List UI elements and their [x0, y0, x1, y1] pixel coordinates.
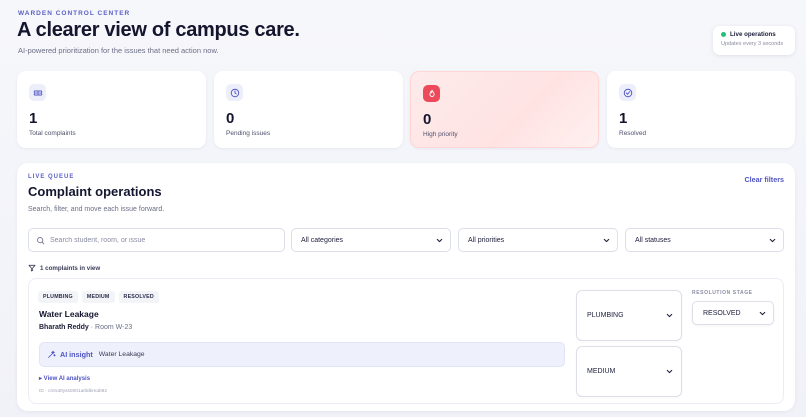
room-number: · Room W-23	[90, 324, 133, 331]
live-operations-card: Live operations Updates every 3 seconds	[713, 26, 795, 55]
priority-filter-value: All priorities	[468, 236, 505, 244]
check-circle-icon	[619, 84, 636, 101]
category-update-value: PLUMBING	[587, 312, 624, 319]
tag-category: PLUMBING	[38, 291, 78, 303]
live-status-dot	[721, 32, 726, 37]
sparkle-icon	[47, 350, 56, 359]
complaint-operations-subtitle: Search, filter, and move each issue forw…	[28, 206, 165, 213]
clock-icon	[226, 84, 243, 101]
stat-label: Pending issues	[226, 130, 271, 137]
search-box[interactable]	[28, 228, 285, 252]
tag-priority: MEDIUM	[81, 291, 115, 303]
chevron-down-icon	[665, 311, 674, 320]
clear-filters-button[interactable]: Clear filters	[744, 175, 784, 184]
page-eyebrow: WARDEN CONTROL CENTER	[18, 10, 131, 17]
stat-card-resolved[interactable]: 1 Resolved	[607, 71, 795, 148]
stat-card-high-priority[interactable]: 0 High priority	[410, 71, 599, 148]
status-filter-value: All statuses	[635, 236, 671, 244]
complaint-operations-panel: LIVE QUEUE Complaint operations Search, …	[17, 163, 795, 411]
complaints-count-text: 1 complaints in view	[40, 264, 101, 272]
complaint-tags: PLUMBING MEDIUM RESOLVED	[38, 291, 159, 303]
live-queue-eyebrow: LIVE QUEUE	[28, 174, 75, 180]
complaint-card[interactable]: PLUMBING MEDIUM RESOLVED Water Leakage B…	[28, 278, 784, 404]
category-update-select[interactable]: PLUMBING	[576, 290, 682, 341]
stat-value: 1	[29, 110, 38, 127]
chevron-down-icon	[758, 309, 767, 318]
chevron-down-icon	[665, 367, 674, 376]
priority-update-value: MEDIUM	[587, 368, 616, 375]
stat-value: 0	[423, 111, 432, 128]
stat-card-total-complaints[interactable]: 1 Total complaints	[17, 71, 206, 148]
chevron-down-icon	[768, 236, 777, 245]
chevron-down-icon	[435, 236, 444, 245]
complaint-id: ID · cmrut0yss0001a0ldkreab92	[39, 389, 107, 394]
stat-label: Total complaints	[29, 130, 76, 137]
chevron-down-icon	[602, 236, 611, 245]
view-ai-analysis-toggle[interactable]: ▸ View AI analysis	[39, 375, 90, 382]
priority-update-select[interactable]: MEDIUM	[576, 346, 682, 397]
stat-value: 1	[619, 110, 628, 127]
complaints-count: 1 complaints in view	[28, 264, 100, 272]
ai-insight-label: AI insight	[60, 350, 93, 359]
category-filter-select[interactable]: All categories	[291, 228, 451, 252]
stat-label: Resolved	[619, 130, 647, 137]
category-filter-value: All categories	[301, 236, 344, 244]
complaint-meta: Bharath Reddy · Room W-23	[39, 324, 132, 331]
flame-icon	[423, 85, 440, 102]
stat-value: 0	[226, 110, 235, 127]
ai-insight-text: Water Leakage	[98, 351, 145, 358]
filter-icon	[28, 264, 36, 272]
search-input[interactable]	[50, 236, 270, 244]
resolution-stage-value: RESOLVED	[703, 309, 741, 317]
page-subtitle: AI-powered prioritization for the issues…	[18, 46, 219, 55]
resolution-stage-select[interactable]: RESOLVED	[692, 301, 774, 325]
priority-filter-select[interactable]: All priorities	[458, 228, 618, 252]
complaint-operations-title: Complaint operations	[28, 184, 162, 199]
stat-card-pending-issues[interactable]: 0 Pending issues	[214, 71, 403, 148]
status-filter-select[interactable]: All statuses	[625, 228, 784, 252]
ai-insight-box: AI insight Water Leakage	[39, 342, 565, 367]
stat-label: High priority	[423, 131, 458, 138]
ticket-icon	[29, 84, 46, 101]
page-title: A clearer view of campus care.	[17, 19, 300, 41]
tag-status: RESOLVED	[118, 291, 159, 303]
student-name: Bharath Reddy	[39, 324, 89, 331]
live-operations-subtitle: Updates every 3 seconds	[721, 41, 784, 47]
search-icon	[36, 236, 45, 245]
resolution-stage-label: RESOLUTION STAGE	[692, 290, 753, 296]
complaint-title: Water Leakage	[39, 309, 99, 319]
live-operations-title: Live operations	[730, 31, 776, 38]
